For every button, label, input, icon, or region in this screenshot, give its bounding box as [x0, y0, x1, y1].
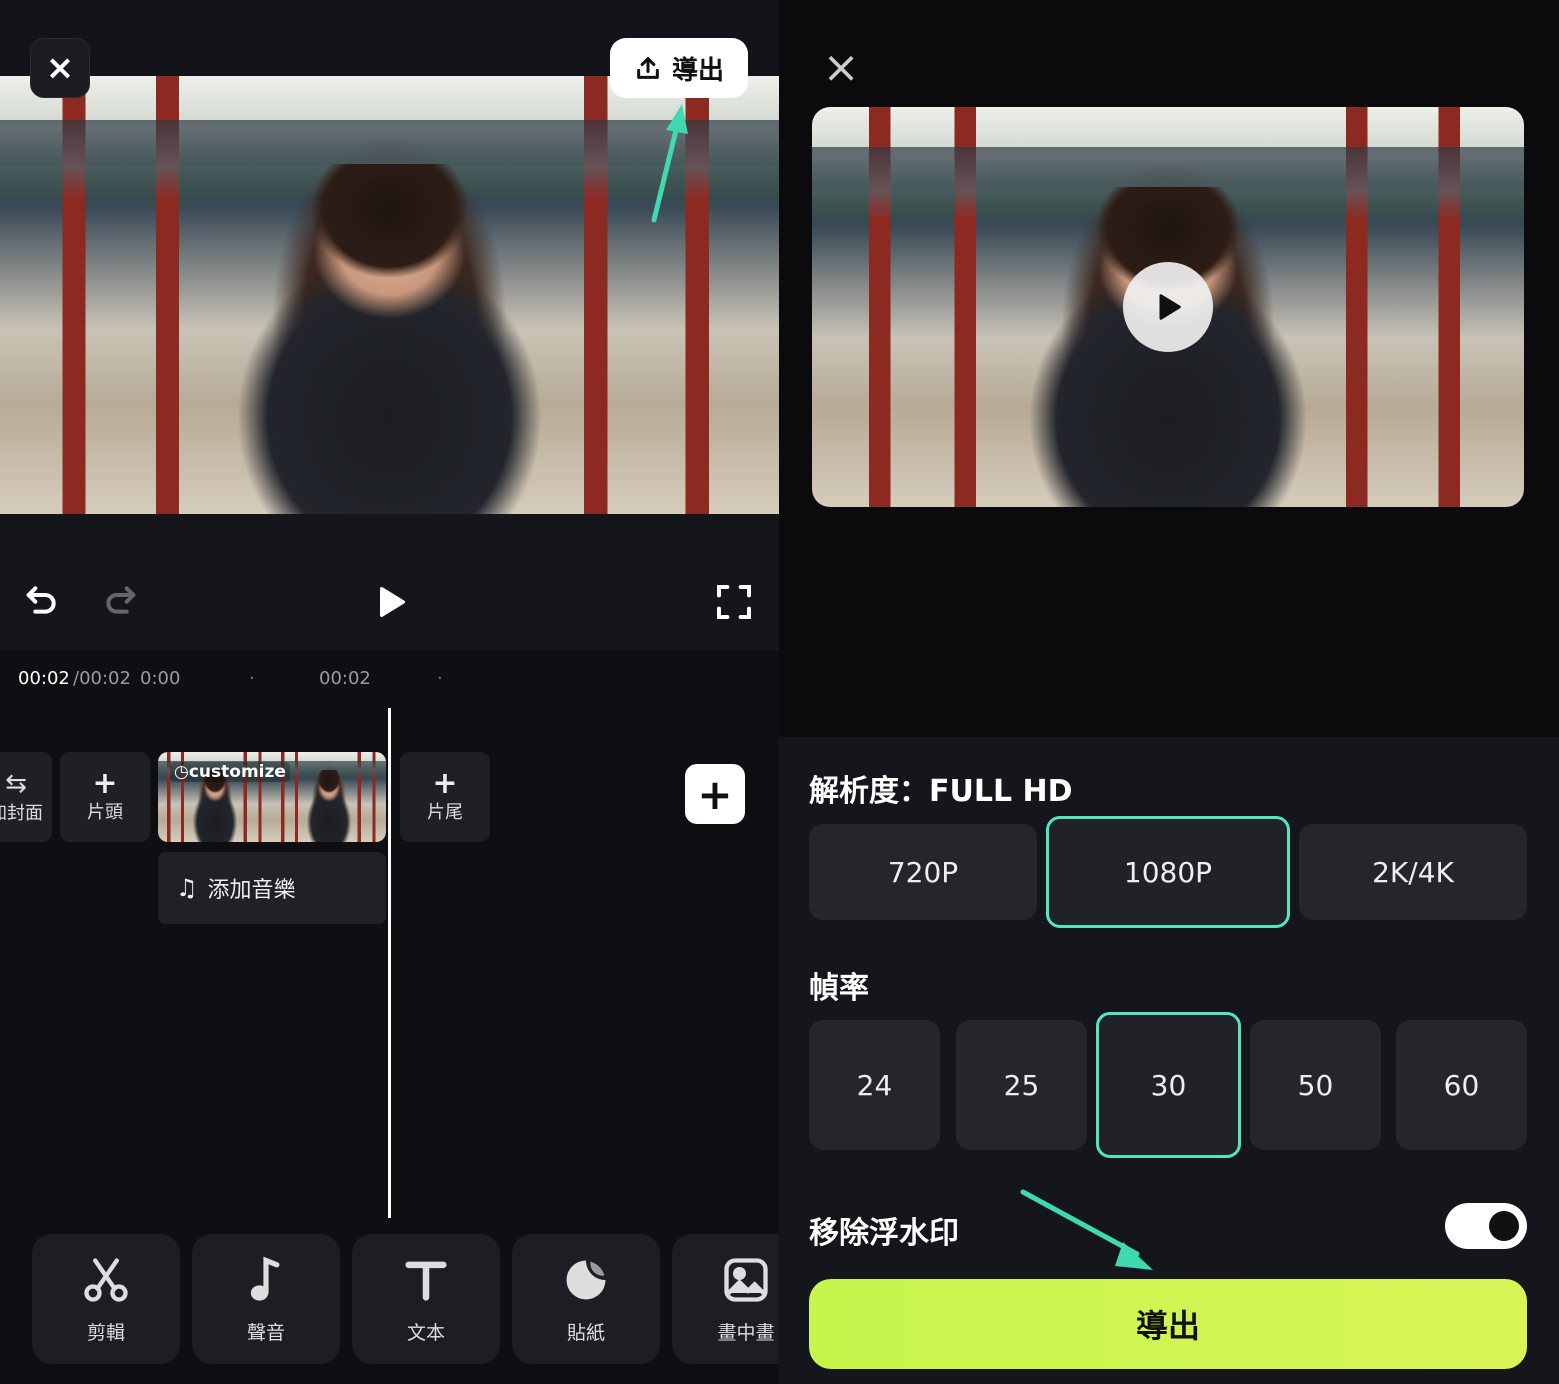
resolution-720p[interactable]: 720P: [809, 824, 1037, 920]
time-current: 00:02: [18, 668, 70, 689]
video-preview[interactable]: [0, 76, 779, 514]
undo-icon: [26, 586, 56, 614]
resolution-1080p[interactable]: 1080P: [1046, 816, 1290, 928]
music-add-icon: ♫: [176, 874, 198, 902]
export-button-top[interactable]: 導出: [610, 38, 748, 98]
tool-audio[interactable]: 聲音: [192, 1234, 340, 1364]
tool-pip[interactable]: 畫中畫: [672, 1234, 779, 1364]
play-button[interactable]: [1123, 262, 1213, 352]
add-cover-button[interactable]: ⇆ 加封面: [0, 752, 52, 842]
add-music-button[interactable]: ♫ 添加音樂: [158, 852, 386, 924]
add-clip-button[interactable]: +: [685, 764, 745, 824]
music-note-icon: [250, 1256, 280, 1301]
add-intro-button[interactable]: + 片頭: [60, 752, 150, 842]
video-clip[interactable]: ◷customize: [158, 752, 386, 842]
sticker-icon: [566, 1260, 606, 1299]
export-label: 導出: [671, 55, 724, 86]
tool-text[interactable]: 文本: [352, 1234, 500, 1364]
tool-label: 貼紙: [566, 1321, 605, 1344]
cover-label: 加封面: [0, 803, 43, 824]
undo-button[interactable]: [22, 580, 62, 620]
plus-icon: +: [92, 766, 118, 801]
export-screen: × 解析度：FULL HD 720P 1080P 2K/4K 幀率 24 25 …: [779, 0, 1559, 1384]
framerate-30[interactable]: 30: [1096, 1012, 1241, 1158]
text-icon: [405, 1261, 447, 1301]
music-label: 添加音樂: [207, 878, 296, 903]
ruler-dot: ·: [437, 668, 443, 689]
tool-sticker[interactable]: 貼紙: [512, 1234, 660, 1364]
scissors-icon: [84, 1257, 128, 1302]
upload-icon: [637, 57, 659, 79]
time-row: 00:02 /00:02 0:00 · 00:02 ·: [0, 650, 779, 708]
swap-icon: ⇆: [5, 769, 27, 799]
outro-label: 片尾: [427, 802, 463, 823]
resolution-2k4k[interactable]: 2K/4K: [1299, 824, 1527, 920]
fullscreen-icon: [717, 585, 751, 619]
framerate-24[interactable]: 24: [809, 1020, 940, 1150]
tool-label: 聲音: [246, 1321, 285, 1344]
plus-icon: +: [432, 766, 458, 801]
close-icon: ×: [822, 42, 860, 93]
ruler-dot: ·: [249, 668, 255, 689]
close-icon: ×: [45, 48, 75, 88]
play-icon: [380, 587, 405, 617]
clip-badge: ◷customize: [170, 762, 290, 782]
tool-label: 剪輯: [86, 1321, 125, 1344]
time-total: /00:02: [73, 668, 131, 689]
framerate-label: 幀率: [809, 971, 869, 1006]
export-button[interactable]: 導出: [809, 1279, 1527, 1369]
play-icon: [1159, 294, 1181, 320]
redo-button[interactable]: [100, 580, 140, 620]
tool-edit[interactable]: 剪輯: [32, 1234, 180, 1364]
playback-controls: [0, 514, 779, 650]
tool-label: 文本: [406, 1321, 445, 1344]
watermark-label: 移除浮水印: [809, 1216, 959, 1251]
framerate-25[interactable]: 25: [956, 1020, 1087, 1150]
plus-icon: +: [697, 769, 733, 819]
framerate-60[interactable]: 60: [1396, 1020, 1527, 1150]
picture-in-picture-icon: [724, 1257, 768, 1302]
fullscreen-button[interactable]: [714, 582, 754, 622]
redo-icon: [106, 586, 136, 614]
tool-label: 畫中畫: [717, 1321, 775, 1344]
play-button[interactable]: [370, 582, 410, 622]
intro-label: 片頭: [87, 802, 123, 823]
playhead[interactable]: [388, 708, 391, 1218]
resolution-label: 解析度：FULL HD: [809, 774, 1073, 809]
ruler-mark-0: 0:00: [140, 668, 181, 689]
close-button[interactable]: ×: [30, 38, 90, 98]
framerate-50[interactable]: 50: [1250, 1020, 1381, 1150]
remove-watermark-toggle[interactable]: [1445, 1203, 1527, 1249]
ruler-mark-1: 00:02: [319, 668, 371, 689]
close-button[interactable]: ×: [819, 46, 863, 90]
add-outro-button[interactable]: + 片尾: [400, 752, 490, 842]
editor-screen: × 導出 00:02 /00:02 0:00 · 00:02 · ⇆ 加封面 +…: [0, 0, 779, 1384]
